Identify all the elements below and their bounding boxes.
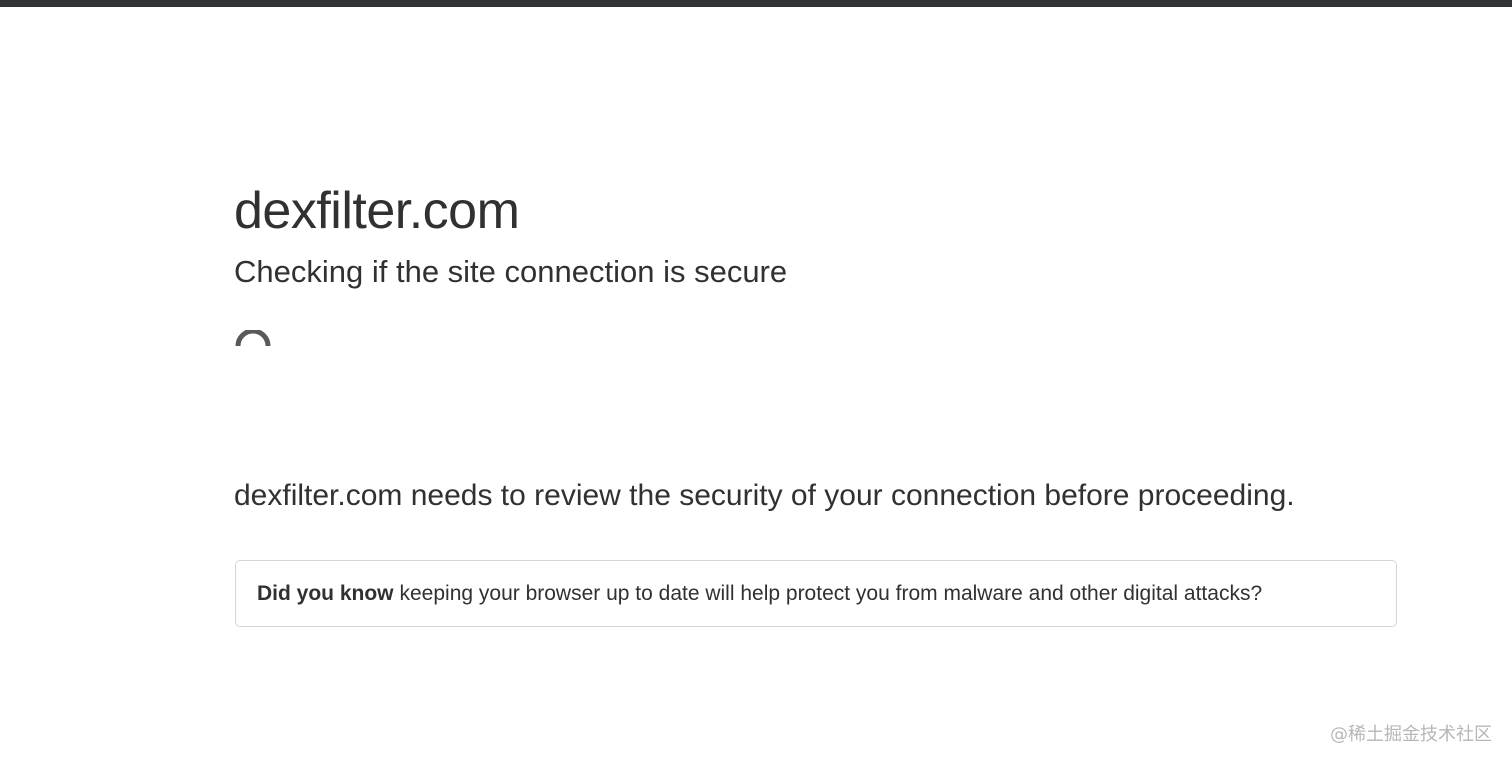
challenge-container: dexfilter.com Checking if the site conne… — [234, 180, 1398, 627]
watermark: @稀土掘金技术社区 — [1330, 724, 1492, 745]
loading-spinner-icon — [234, 328, 272, 368]
info-box: Did you know keeping your browser up to … — [235, 560, 1397, 627]
page-title: dexfilter.com — [234, 182, 520, 240]
info-lead: Did you know — [257, 581, 394, 605]
status-heading: Checking if the site connection is secur… — [234, 254, 788, 289]
top-browser-bar — [0, 0, 1512, 7]
info-text: keeping your browser up to date will hel… — [399, 581, 1263, 605]
review-message: dexfilter.com needs to review the securi… — [234, 479, 1295, 512]
